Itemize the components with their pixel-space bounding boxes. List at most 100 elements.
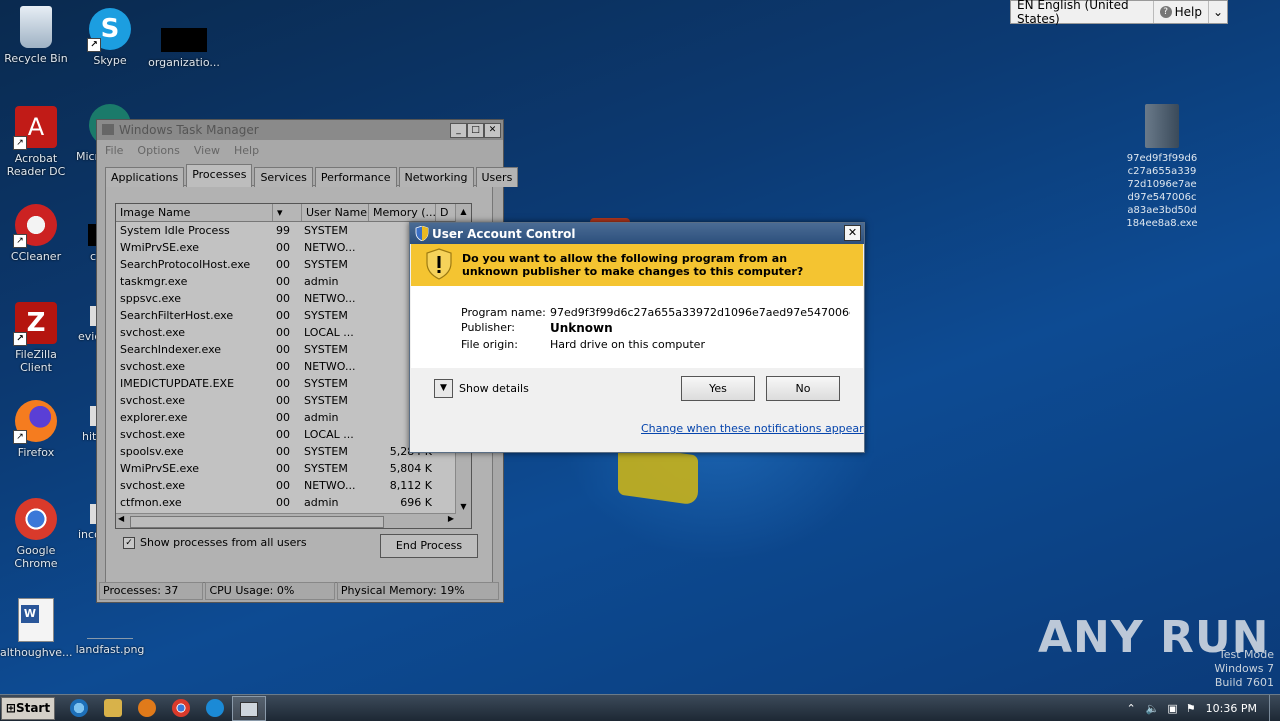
- memory-cell: 696 K: [400, 496, 432, 509]
- ie-taskbar-icon[interactable]: [70, 699, 88, 717]
- menu-view[interactable]: View: [194, 144, 220, 157]
- cpu-cell: 00: [276, 241, 290, 254]
- shortcut-arrow-icon: ↗: [13, 234, 27, 248]
- archive-icon: [1145, 104, 1179, 148]
- desktop-icon-recycle-bin[interactable]: Recycle Bin: [0, 6, 72, 65]
- cpu-cell: 00: [276, 445, 290, 458]
- cpu-cell: 00: [276, 496, 290, 509]
- uac-close-button[interactable]: ✕: [844, 225, 861, 241]
- table-row[interactable]: ctfmon.exe 00 admin 696 K: [116, 494, 471, 511]
- memory-cell: 5,804 K: [389, 462, 432, 475]
- test-mode-text: Test Mode Windows 7 Build 7601: [1214, 648, 1274, 689]
- task-manager-statusbar: Processes: 37 CPU Usage: 0% Physical Mem…: [99, 582, 501, 600]
- uac-titlebar[interactable]: User Account Control ✕: [410, 223, 864, 244]
- end-process-button[interactable]: End Process: [380, 534, 478, 558]
- yes-button[interactable]: Yes: [681, 376, 755, 401]
- shortcut-arrow-icon: ↗: [13, 332, 27, 346]
- tray-flag-icon[interactable]: ⚑: [1186, 702, 1196, 715]
- clock[interactable]: 10:36 PM: [1206, 702, 1257, 715]
- process-name-cell: svchost.exe: [120, 326, 186, 339]
- program-name-label: Program name:: [461, 306, 546, 319]
- table-row[interactable]: svchost.exe 00 NETWO... 8,112 K: [116, 477, 471, 494]
- start-button[interactable]: ⊞Start: [1, 697, 55, 720]
- cpu-cell: 00: [276, 275, 290, 288]
- desktop-icon-chrome[interactable]: Google Chrome: [0, 498, 72, 570]
- no-button[interactable]: No: [766, 376, 840, 401]
- process-name-cell: svchost.exe: [120, 394, 186, 407]
- desktop-icon-filezilla[interactable]: Z ↗ FileZilla Client: [0, 302, 72, 374]
- task-manager-titlebar[interactable]: Windows Task Manager _ □ ✕: [97, 120, 503, 140]
- menu-file[interactable]: File: [105, 144, 123, 157]
- uac-shield-icon: [415, 226, 429, 241]
- tray-network-icon[interactable]: ▣: [1167, 702, 1177, 715]
- hscroll-thumb[interactable]: [130, 516, 384, 528]
- scroll-up-icon[interactable]: ▲: [456, 204, 471, 219]
- user-name-cell: SYSTEM: [304, 394, 348, 407]
- user-name-cell: NETWO...: [304, 479, 356, 492]
- tab-networking[interactable]: Networking: [398, 167, 474, 187]
- process-list-header: Image Name ▾ User Name Memory (... D: [116, 204, 471, 222]
- edge-taskbar-icon[interactable]: [206, 699, 224, 717]
- shortcut-arrow-icon: ↗: [13, 136, 27, 150]
- chrome-taskbar-icon[interactable]: [172, 699, 190, 717]
- desktop-icon-exe-file[interactable]: 97ed9f3f99d6c27a655a33972d1096e7aed97e54…: [1124, 104, 1200, 230]
- menu-help[interactable]: Help: [234, 144, 259, 157]
- help-button[interactable]: ? Help: [1154, 1, 1209, 23]
- file-icon: [161, 28, 207, 52]
- file-origin-row: File origin: Hard drive on this computer: [461, 338, 850, 351]
- process-name-cell: svchost.exe: [120, 360, 186, 373]
- user-name-cell: SYSTEM: [304, 309, 348, 322]
- media-player-taskbar-icon[interactable]: [138, 699, 156, 717]
- desktop-icon-landfast[interactable]: landfast.png: [74, 618, 146, 656]
- task-manager-menubar: File Options View Help: [97, 140, 503, 160]
- user-name-cell: NETWO...: [304, 360, 356, 373]
- column-description[interactable]: D: [436, 204, 457, 221]
- column-cpu[interactable]: ▾: [273, 204, 302, 221]
- column-user-name[interactable]: User Name: [302, 204, 369, 221]
- change-notifications-link[interactable]: Change when these notifications appear: [641, 422, 864, 435]
- menu-options[interactable]: Options: [137, 144, 179, 157]
- user-name-cell: SYSTEM: [304, 343, 348, 356]
- tab-performance[interactable]: Performance: [314, 167, 397, 187]
- show-details-toggle[interactable]: ▼ Show details: [434, 379, 529, 398]
- desktop-icon-acrobat[interactable]: A ↗ Acrobat Reader DC: [0, 106, 72, 178]
- desktop-icon-skype[interactable]: S ↗ Skype: [74, 8, 146, 67]
- user-name-cell: SYSTEM: [304, 462, 348, 475]
- cpu-cell: 00: [276, 462, 290, 475]
- task-manager-taskbar-button[interactable]: [232, 696, 266, 721]
- tray-expand-icon[interactable]: ⌃: [1126, 702, 1135, 715]
- tab-users[interactable]: Users: [475, 167, 519, 187]
- maximize-button[interactable]: □: [467, 123, 484, 138]
- tab-services[interactable]: Services: [254, 167, 313, 187]
- column-image-name[interactable]: Image Name: [116, 204, 273, 221]
- image-icon: [87, 618, 133, 639]
- process-list-hscrollbar[interactable]: ◀ ▶: [116, 513, 456, 528]
- language-selector[interactable]: EN English (United States): [1011, 0, 1154, 26]
- show-desktop-button[interactable]: [1269, 695, 1280, 721]
- scroll-left-icon[interactable]: ◀: [118, 514, 124, 523]
- memory-cell: 8,112 K: [389, 479, 432, 492]
- scroll-down-icon[interactable]: ▼: [456, 499, 471, 514]
- process-name-cell: WmiPrvSE.exe: [120, 462, 200, 475]
- desktop-icon-word[interactable]: W althoughve...: [0, 598, 73, 659]
- tray-speaker-icon[interactable]: 🔈: [1146, 702, 1160, 715]
- chevron-down-icon[interactable]: ▼: [434, 379, 453, 398]
- tab-processes[interactable]: Processes: [186, 164, 253, 187]
- minimize-button[interactable]: _: [450, 123, 467, 138]
- close-button[interactable]: ✕: [484, 123, 501, 138]
- langbar-options-button[interactable]: ⌄: [1209, 1, 1227, 23]
- checkbox-checked-icon[interactable]: ✓: [123, 536, 135, 549]
- desktop-icon-ccleaner[interactable]: ↗ CCleaner: [0, 204, 72, 263]
- table-row[interactable]: WmiPrvSE.exe 00 SYSTEM 5,804 K: [116, 460, 471, 477]
- column-memory[interactable]: Memory (...: [369, 204, 436, 221]
- help-icon: ?: [1159, 6, 1172, 18]
- scroll-right-icon[interactable]: ▶: [448, 514, 454, 523]
- cpu-cell: 00: [276, 360, 290, 373]
- show-all-processes-checkbox[interactable]: ✓ Show processes from all users: [123, 536, 307, 549]
- explorer-taskbar-icon[interactable]: [104, 699, 122, 717]
- desktop-icon-firefox[interactable]: ↗ Firefox: [0, 400, 72, 459]
- uac-question: Do you want to allow the following progr…: [462, 252, 804, 278]
- desktop-icon-organization[interactable]: organizatio...: [148, 10, 220, 69]
- tab-applications[interactable]: Applications: [105, 167, 185, 187]
- task-manager-tabs: Applications Processes Services Performa…: [105, 164, 520, 187]
